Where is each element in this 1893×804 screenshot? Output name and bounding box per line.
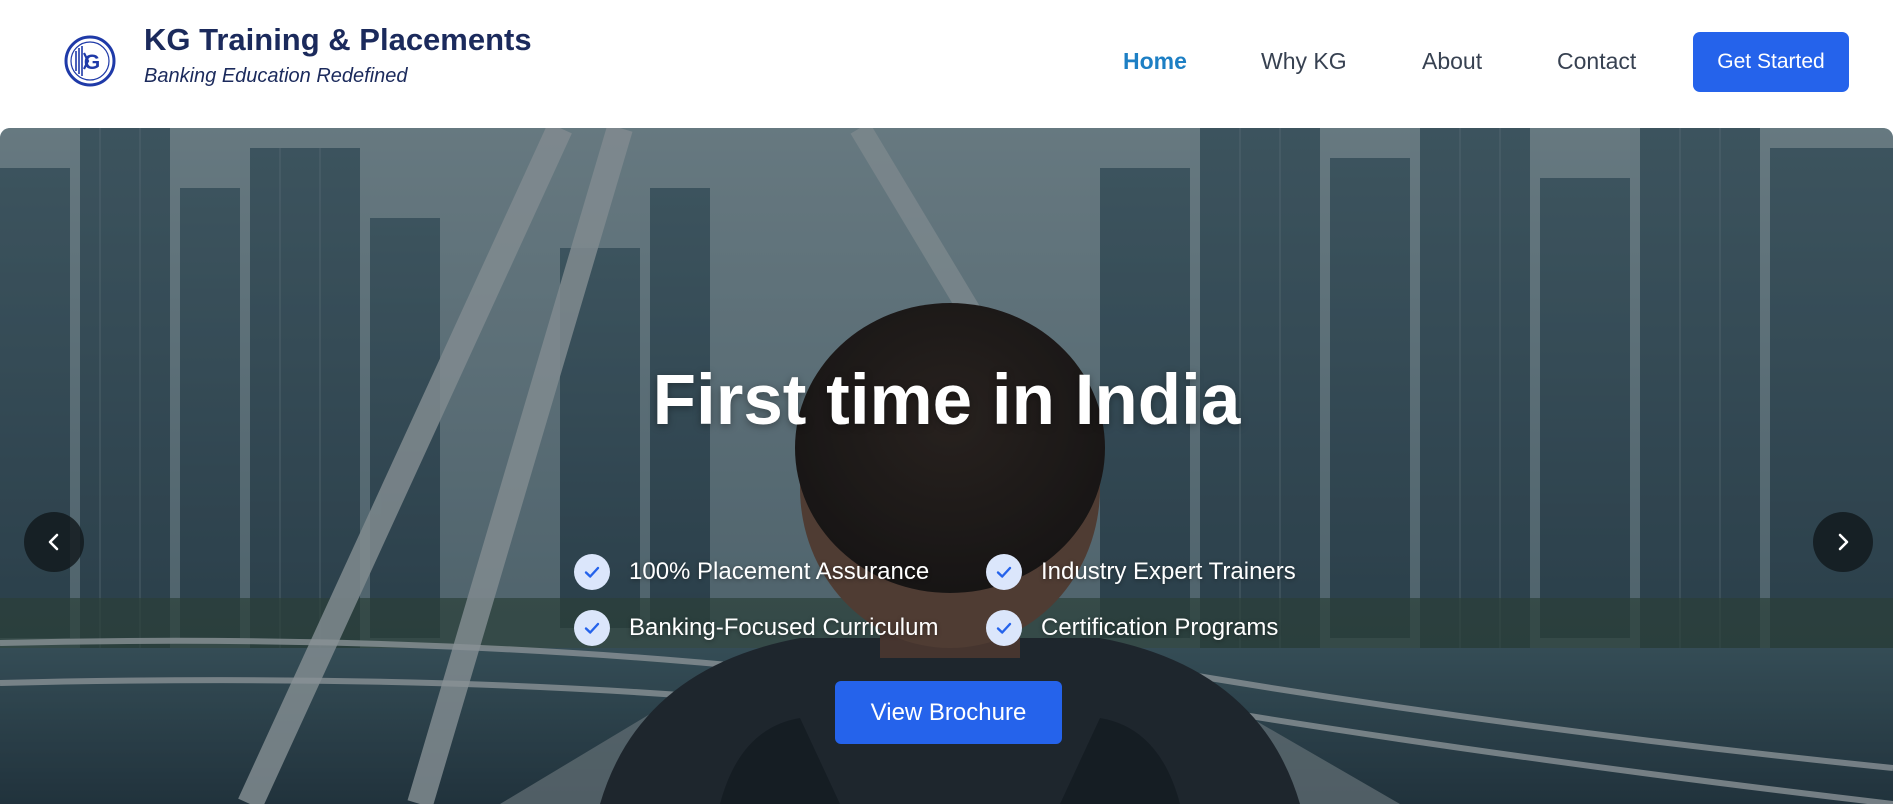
feature-item: Industry Expert Trainers: [986, 553, 1296, 591]
nav-contact[interactable]: Contact: [1557, 48, 1636, 75]
get-started-button[interactable]: Get Started: [1693, 32, 1849, 92]
carousel-next-button[interactable]: [1813, 512, 1873, 572]
feature-label: Certification Programs: [1041, 614, 1279, 641]
feature-item: Banking-Focused Curriculum: [574, 609, 938, 647]
feature-label: 100% Placement Assurance: [629, 558, 930, 585]
carousel-prev-button[interactable]: [24, 512, 84, 572]
kg-logo-icon[interactable]: G: [64, 35, 116, 87]
nav-why-kg[interactable]: Why KG: [1261, 48, 1347, 75]
feature-label: Industry Expert Trainers: [1041, 558, 1296, 585]
check-icon: [986, 610, 1022, 646]
feature-label: Banking-Focused Curriculum: [629, 614, 939, 641]
check-icon: [574, 610, 610, 646]
brand-tagline: Banking Education Redefined: [144, 65, 408, 87]
feature-item: Certification Programs: [986, 609, 1278, 647]
brand-title[interactable]: KG Training & Placements: [144, 22, 532, 58]
feature-item: 100% Placement Assurance: [574, 553, 929, 591]
check-icon: [574, 554, 610, 590]
check-icon: [986, 554, 1022, 590]
nav-about[interactable]: About: [1422, 48, 1482, 75]
site-header: G KG Training & Placements Banking Educa…: [0, 0, 1893, 128]
chevron-left-icon: [48, 533, 59, 551]
nav-home[interactable]: Home: [1123, 48, 1187, 75]
chevron-right-icon: [1838, 533, 1849, 551]
hero-heading: First time in India: [652, 361, 1241, 440]
hero-carousel: First time in India 100% Placement Assur…: [0, 128, 1893, 804]
view-brochure-button[interactable]: View Brochure: [835, 681, 1062, 744]
